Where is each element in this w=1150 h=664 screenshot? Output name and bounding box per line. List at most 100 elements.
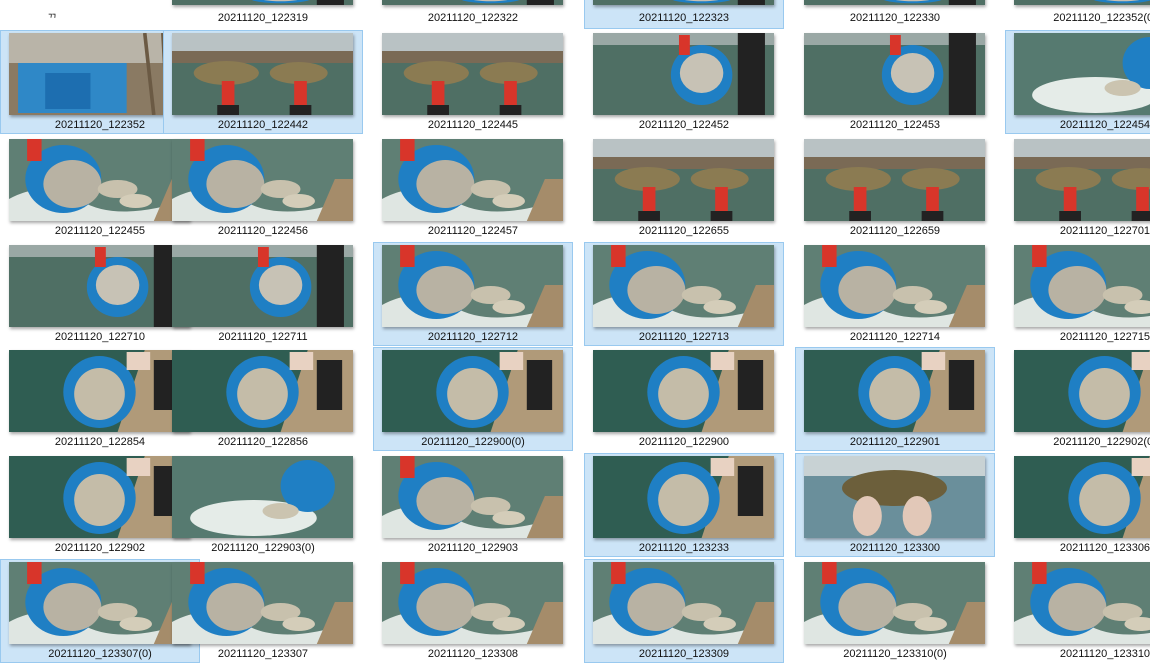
file-item[interactable]: 20211120_122454 (1005, 30, 1150, 134)
file-name: 20211120_122659 (849, 225, 941, 237)
file-name: 20211120_122900 (638, 436, 730, 448)
file-item[interactable]: 20211120_123308 (373, 559, 573, 663)
file-item[interactable]: 20211120_122711 (163, 242, 363, 346)
file-thumbnail[interactable] (172, 350, 353, 432)
file-thumbnail[interactable] (593, 33, 774, 115)
file-thumbnail[interactable] (804, 456, 985, 538)
file-thumbnail[interactable] (172, 0, 353, 5)
file-item[interactable]: 20211120_123310(0) (795, 559, 995, 663)
file-name: 20211120_122711 (218, 331, 308, 343)
file-name: 20211120_123233 (638, 542, 730, 554)
file-item[interactable]: 20211120_122453 (795, 30, 995, 134)
file-name: 20211120_122901 (849, 436, 941, 448)
file-item[interactable]: 20211120_122900(0) (373, 347, 573, 451)
file-thumbnail[interactable] (593, 245, 774, 327)
file-item[interactable]: 20211120_122456 (163, 136, 363, 240)
file-name: 20211120_123309 (638, 648, 730, 660)
partial-caption: ᄁ (46, 13, 58, 25)
file-thumbnail[interactable] (804, 0, 985, 5)
file-thumbnail[interactable] (1014, 562, 1150, 644)
file-thumbnail[interactable] (382, 139, 563, 221)
file-name: 20211120_122903(0) (211, 542, 315, 554)
file-item[interactable]: 20211120_122319 (163, 0, 363, 29)
file-name: 20211120_122856 (217, 436, 309, 448)
file-name: 20211120_122319 (217, 12, 309, 24)
file-thumbnail[interactable] (172, 562, 353, 644)
file-item[interactable]: 20211120_122713 (584, 242, 784, 346)
file-thumbnail[interactable] (1014, 245, 1150, 327)
file-thumbnail[interactable] (382, 456, 563, 538)
file-name: 20211120_122715 (1059, 331, 1150, 343)
file-thumbnail[interactable] (172, 456, 353, 538)
file-name: 20211120_122445 (427, 119, 519, 131)
file-item[interactable]: 20211120_123309 (584, 559, 784, 663)
file-item[interactable]: 20211120_122714 (795, 242, 995, 346)
file-item[interactable]: 20211120_122352(0) (1005, 0, 1150, 29)
file-thumbnail[interactable] (804, 562, 985, 644)
file-item[interactable]: 20211120_122903 (373, 453, 573, 557)
file-name: 20211120_122322 (427, 12, 519, 24)
file-item[interactable]: 20211120_122442 (163, 30, 363, 134)
file-grid: ᄁ 20211120_122319 20211120_122322 20211120… (0, 0, 1150, 664)
file-item[interactable]: 20211120_123233 (584, 453, 784, 557)
file-thumbnail[interactable] (382, 562, 563, 644)
file-name: 20211120_122457 (427, 225, 519, 237)
file-name: 20211120_122454 (1059, 119, 1150, 131)
file-name: 20211120_122701 (1059, 225, 1150, 237)
file-name: 20211120_122330 (849, 12, 941, 24)
file-item[interactable]: 20211120_122323 (584, 0, 784, 29)
file-name: 20211120_122452 (638, 119, 730, 131)
file-item[interactable]: 20211120_122330 (795, 0, 995, 29)
file-thumbnail[interactable] (1014, 456, 1150, 538)
file-thumbnail[interactable] (382, 33, 563, 115)
file-item[interactable]: 20211120_122715 (1005, 242, 1150, 346)
file-name: 20211120_122453 (849, 119, 941, 131)
file-item[interactable]: 20211120_122659 (795, 136, 995, 240)
file-item[interactable]: 20211120_122322 (373, 0, 573, 29)
file-name: 20211120_122442 (217, 119, 309, 131)
file-thumbnail[interactable] (804, 139, 985, 221)
file-thumbnail[interactable] (1014, 139, 1150, 221)
file-thumbnail[interactable] (172, 139, 353, 221)
file-thumbnail[interactable] (593, 456, 774, 538)
file-name: 20211120_123310 (1059, 648, 1150, 660)
file-thumbnail[interactable] (804, 350, 985, 432)
file-item[interactable]: 20211120_122903(0) (163, 453, 363, 557)
file-thumbnail[interactable] (382, 0, 563, 5)
file-item[interactable]: 20211120_122655 (584, 136, 784, 240)
file-thumbnail[interactable] (382, 350, 563, 432)
file-thumbnail[interactable] (804, 245, 985, 327)
file-item[interactable]: 20211120_122902(0) (1005, 347, 1150, 451)
file-name: 20211120_122352(0) (1053, 12, 1150, 24)
file-thumbnail[interactable] (172, 245, 353, 327)
file-thumbnail[interactable] (1014, 0, 1150, 5)
file-item[interactable]: 20211120_122856 (163, 347, 363, 451)
file-thumbnail[interactable] (593, 562, 774, 644)
file-thumbnail[interactable] (1014, 350, 1150, 432)
file-item[interactable]: 20211120_122712 (373, 242, 573, 346)
file-item[interactable]: 20211120_123307 (163, 559, 363, 663)
file-item[interactable]: 20211120_123306 (1005, 453, 1150, 557)
file-thumbnail[interactable] (593, 139, 774, 221)
file-name: 20211120_122900(0) (421, 436, 525, 448)
file-name: 20211120_122903 (427, 542, 519, 554)
file-item[interactable]: 20211120_122445 (373, 30, 573, 134)
file-item[interactable]: 20211120_123300 (795, 453, 995, 557)
file-name: 20211120_122713 (638, 331, 730, 343)
file-thumbnail[interactable] (804, 33, 985, 115)
file-thumbnail[interactable] (172, 33, 353, 115)
file-name: 20211120_122323 (638, 12, 730, 24)
file-name: 20211120_122902(0) (1053, 436, 1150, 448)
file-item[interactable]: 20211120_122901 (795, 347, 995, 451)
file-item[interactable]: 20211120_122452 (584, 30, 784, 134)
file-item[interactable]: 20211120_122701 (1005, 136, 1150, 240)
file-thumbnail[interactable] (593, 0, 774, 5)
file-thumbnail[interactable] (593, 350, 774, 432)
file-item[interactable]: 20211120_122900 (584, 347, 784, 451)
file-thumbnail[interactable] (1014, 33, 1150, 115)
file-item[interactable]: 20211120_122457 (373, 136, 573, 240)
file-name: 20211120_123306 (1059, 542, 1150, 554)
file-item[interactable]: 20211120_123310 (1005, 559, 1150, 663)
file-name: 20211120_122655 (638, 225, 730, 237)
file-thumbnail[interactable] (382, 245, 563, 327)
